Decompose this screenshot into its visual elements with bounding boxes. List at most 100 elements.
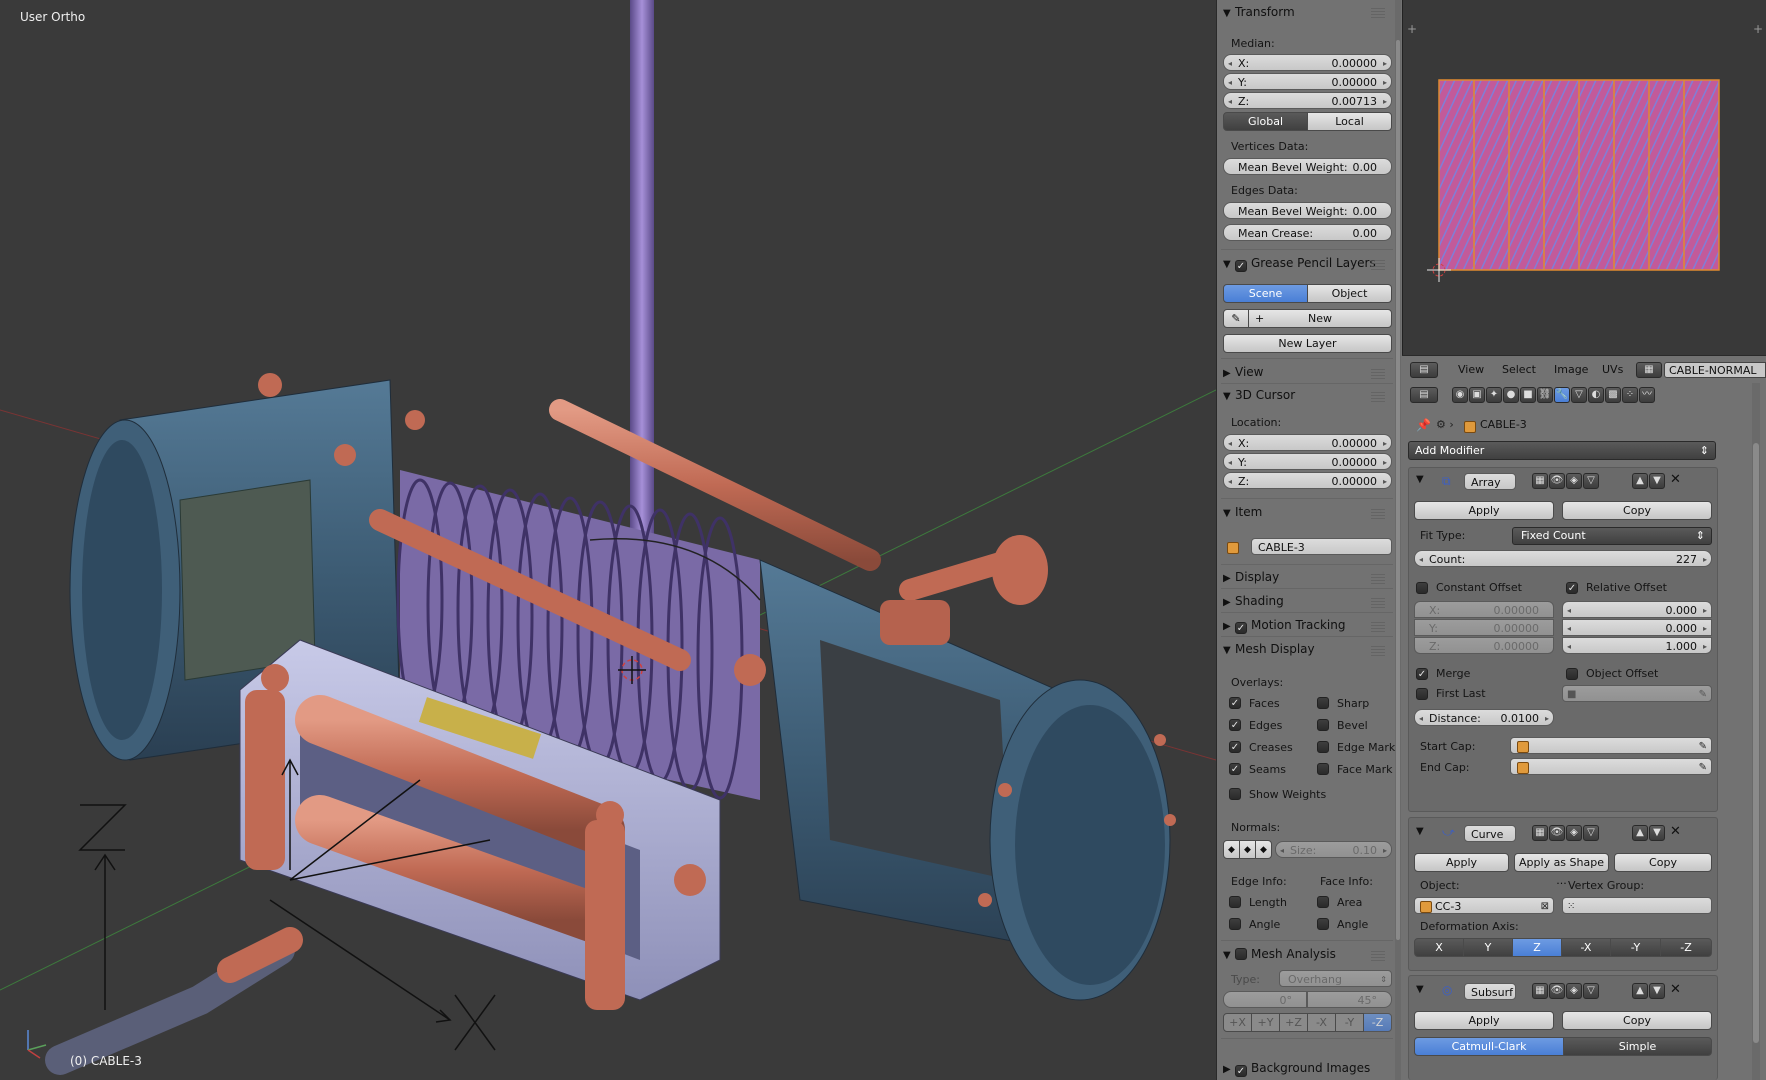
area-checkbox[interactable] — [1317, 896, 1329, 908]
eyedropper-icon[interactable]: ✎ — [1699, 759, 1707, 776]
relative-offset-checkbox[interactable]: ✓ — [1566, 582, 1578, 594]
npanel-scrollbar[interactable] — [1395, 0, 1401, 1080]
vertex-mean-bevel-weight-field[interactable]: Mean Bevel Weight: 0.00 — [1223, 158, 1392, 175]
deform-axis-neg-z-button[interactable]: -Z — [1660, 938, 1712, 957]
edit-mode-toggle-icon[interactable]: ▦ — [1532, 473, 1548, 489]
curve-object-field[interactable]: CC-3 ⊠ — [1414, 897, 1554, 914]
menu-image[interactable]: Image — [1554, 363, 1588, 376]
grease-pencil-enable-checkbox[interactable]: ✓ — [1235, 260, 1247, 272]
axis-minus-y-button[interactable]: -Y — [1335, 1013, 1364, 1032]
panel-item-header[interactable]: ▼ Item — [1223, 502, 1262, 522]
merge-distance-field[interactable]: ◂ Distance: 0.0100 ▸ — [1414, 709, 1554, 726]
new-layer-button[interactable]: New Layer — [1223, 334, 1392, 353]
subsurf-copy-button[interactable]: Copy — [1562, 1011, 1712, 1030]
eyedropper-icon[interactable]: ✎ — [1699, 738, 1707, 755]
length-checkbox[interactable] — [1229, 896, 1241, 908]
axis-plus-z-button[interactable]: +Z — [1279, 1013, 1308, 1032]
constant-z-field[interactable]: Z: 0.00000 — [1414, 637, 1554, 654]
median-z-field[interactable]: ◂ Z: 0.00713 ▸ — [1223, 92, 1392, 109]
axis-minus-z-button[interactable]: -Z — [1363, 1013, 1392, 1032]
global-toggle[interactable]: Global — [1223, 112, 1308, 131]
mean-crease-field[interactable]: Mean Crease: 0.00 — [1223, 224, 1392, 241]
remove-modifier-icon[interactable]: ✕ — [1670, 982, 1681, 997]
vertex-group-field[interactable]: ⁙ — [1562, 897, 1712, 914]
edge-mark-checkbox[interactable] — [1317, 741, 1329, 753]
local-toggle[interactable]: Local — [1307, 112, 1392, 131]
panel-3d-cursor-header[interactable]: ▼ 3D Cursor — [1223, 385, 1295, 405]
eyedropper-icon[interactable]: ✎ — [1699, 686, 1707, 703]
properties-scrollbar[interactable] — [1752, 383, 1760, 1080]
particles-tab-icon[interactable]: ⁘ — [1622, 387, 1638, 403]
move-down-icon[interactable]: ▼ — [1649, 983, 1665, 999]
panel-mesh-display-header[interactable]: ▼ Mesh Display — [1223, 639, 1315, 659]
deform-axis-neg-y-button[interactable]: -Y — [1610, 938, 1661, 957]
start-cap-field[interactable]: ✎ — [1510, 737, 1712, 754]
faces-checkbox[interactable]: ✓ — [1229, 697, 1241, 709]
deform-axis-neg-x-button[interactable]: -X — [1561, 938, 1611, 957]
object-tab-icon[interactable]: ■ — [1520, 387, 1536, 403]
properties-editor[interactable]: ▤ ◉ ▣ ✦ ● ■ ⛓ 🔧 ▽ ◐ ▩ ⁘ 〰 📌 ⚙ › CABLE-3 … — [1402, 383, 1766, 1080]
panel-mesh-analysis-header[interactable]: ▼ Mesh Analysis — [1223, 944, 1336, 964]
curve-name-field[interactable]: Curve — [1464, 825, 1516, 842]
grease-new-button[interactable]: + New — [1248, 309, 1392, 328]
cage-toggle-icon[interactable]: ▽ — [1583, 825, 1599, 841]
merge-checkbox[interactable]: ✓ — [1416, 668, 1428, 680]
properties-n-panel[interactable]: ▼ Transform Median: ◂ X: 0.00000 ▸ ◂ Y: 0.0000… — [1216, 0, 1403, 1080]
face-normals-icon[interactable]: ◆ — [1255, 840, 1272, 859]
move-up-icon[interactable]: ▲ — [1632, 473, 1648, 489]
image-browse-icon[interactable]: ▦ — [1636, 362, 1662, 378]
drag-grip-icon[interactable] — [1371, 574, 1385, 584]
vertex-normals-icon[interactable]: ◆ — [1223, 840, 1240, 859]
drag-grip-icon[interactable] — [1371, 260, 1385, 270]
render-tab-icon[interactable]: ◉ — [1452, 387, 1468, 403]
remove-modifier-icon[interactable]: ✕ — [1670, 472, 1681, 487]
catmull-clark-toggle[interactable]: Catmull-Clark — [1414, 1037, 1564, 1056]
move-up-icon[interactable]: ▲ — [1632, 825, 1648, 841]
move-down-icon[interactable]: ▼ — [1649, 825, 1665, 841]
render-layers-tab-icon[interactable]: ▣ — [1469, 387, 1485, 403]
panel-view-header[interactable]: ▶ View — [1223, 362, 1263, 382]
physics-tab-icon[interactable]: 〰 — [1639, 387, 1655, 403]
collapse-triangle-icon[interactable]: ▼ — [1416, 984, 1424, 995]
edit-mode-toggle-icon[interactable]: ▦ — [1532, 825, 1548, 841]
item-name-field[interactable]: CABLE-3 — [1251, 538, 1392, 555]
drag-grip-icon[interactable] — [1371, 509, 1385, 519]
curve-apply-button[interactable]: Apply — [1414, 853, 1509, 872]
constant-offset-checkbox[interactable] — [1416, 582, 1428, 594]
drag-grip-icon[interactable] — [1371, 951, 1385, 961]
edge-angle-checkbox[interactable] — [1229, 918, 1241, 930]
mesh-analysis-checkbox[interactable] — [1235, 948, 1247, 960]
count-field[interactable]: ◂ Count: 227 ▸ — [1414, 550, 1712, 567]
drag-grip-icon[interactable] — [1371, 598, 1385, 608]
relative-x-field[interactable]: ◂ 0.000 ▸ — [1562, 601, 1712, 618]
world-tab-icon[interactable]: ● — [1503, 387, 1519, 403]
add-modifier-dropdown[interactable]: Add Modifier ⇕ — [1408, 441, 1716, 460]
collapse-triangle-icon[interactable]: ▼ — [1416, 474, 1424, 485]
menu-select[interactable]: Select — [1502, 363, 1536, 376]
render-toggle-icon[interactable]: ◈ — [1566, 825, 1582, 841]
seams-checkbox[interactable]: ✓ — [1229, 763, 1241, 775]
panel-motion-tracking-header[interactable]: ▶ ✓ Motion Tracking — [1223, 615, 1345, 635]
panel-display-header[interactable]: ▶ Display — [1223, 567, 1279, 587]
image-name-field[interactable]: CABLE-NORMAL — [1664, 362, 1766, 378]
viewport-visibility-icon[interactable]: 👁 — [1549, 983, 1565, 999]
deform-axis-y-button[interactable]: Y — [1463, 938, 1513, 957]
uv-image-editor[interactable]: + + — [1402, 0, 1766, 355]
panel-shading-header[interactable]: ▶ Shading — [1223, 591, 1284, 611]
cursor-z-field[interactable]: ◂ Z: 0.00000 ▸ — [1223, 472, 1392, 489]
face-mark-checkbox[interactable] — [1317, 763, 1329, 775]
drag-grip-icon[interactable] — [1371, 8, 1385, 18]
render-toggle-icon[interactable]: ◈ — [1566, 473, 1582, 489]
data-tab-icon[interactable]: ▽ — [1571, 387, 1587, 403]
relative-y-field[interactable]: ◂ 0.000 ▸ — [1562, 619, 1712, 636]
menu-view[interactable]: View — [1458, 363, 1484, 376]
edge-mean-bevel-weight-field[interactable]: Mean Bevel Weight: 0.00 — [1223, 202, 1392, 219]
edit-mode-toggle-icon[interactable]: ▦ — [1532, 983, 1548, 999]
bevel-checkbox[interactable] — [1317, 719, 1329, 731]
axis-plus-x-button[interactable]: +X — [1223, 1013, 1252, 1032]
3d-viewport[interactable]: User Ortho (0) CABLE-3 — [0, 0, 1216, 1080]
collapse-triangle-icon[interactable]: ▼ — [1416, 826, 1424, 837]
curve-apply-as-shape-button[interactable]: Apply as Shape ... — [1514, 853, 1609, 887]
constant-x-field[interactable]: X: 0.00000 — [1414, 601, 1554, 618]
panel-grease-pencil-header[interactable]: ▼ ✓ Grease Pencil Layers — [1223, 253, 1376, 273]
